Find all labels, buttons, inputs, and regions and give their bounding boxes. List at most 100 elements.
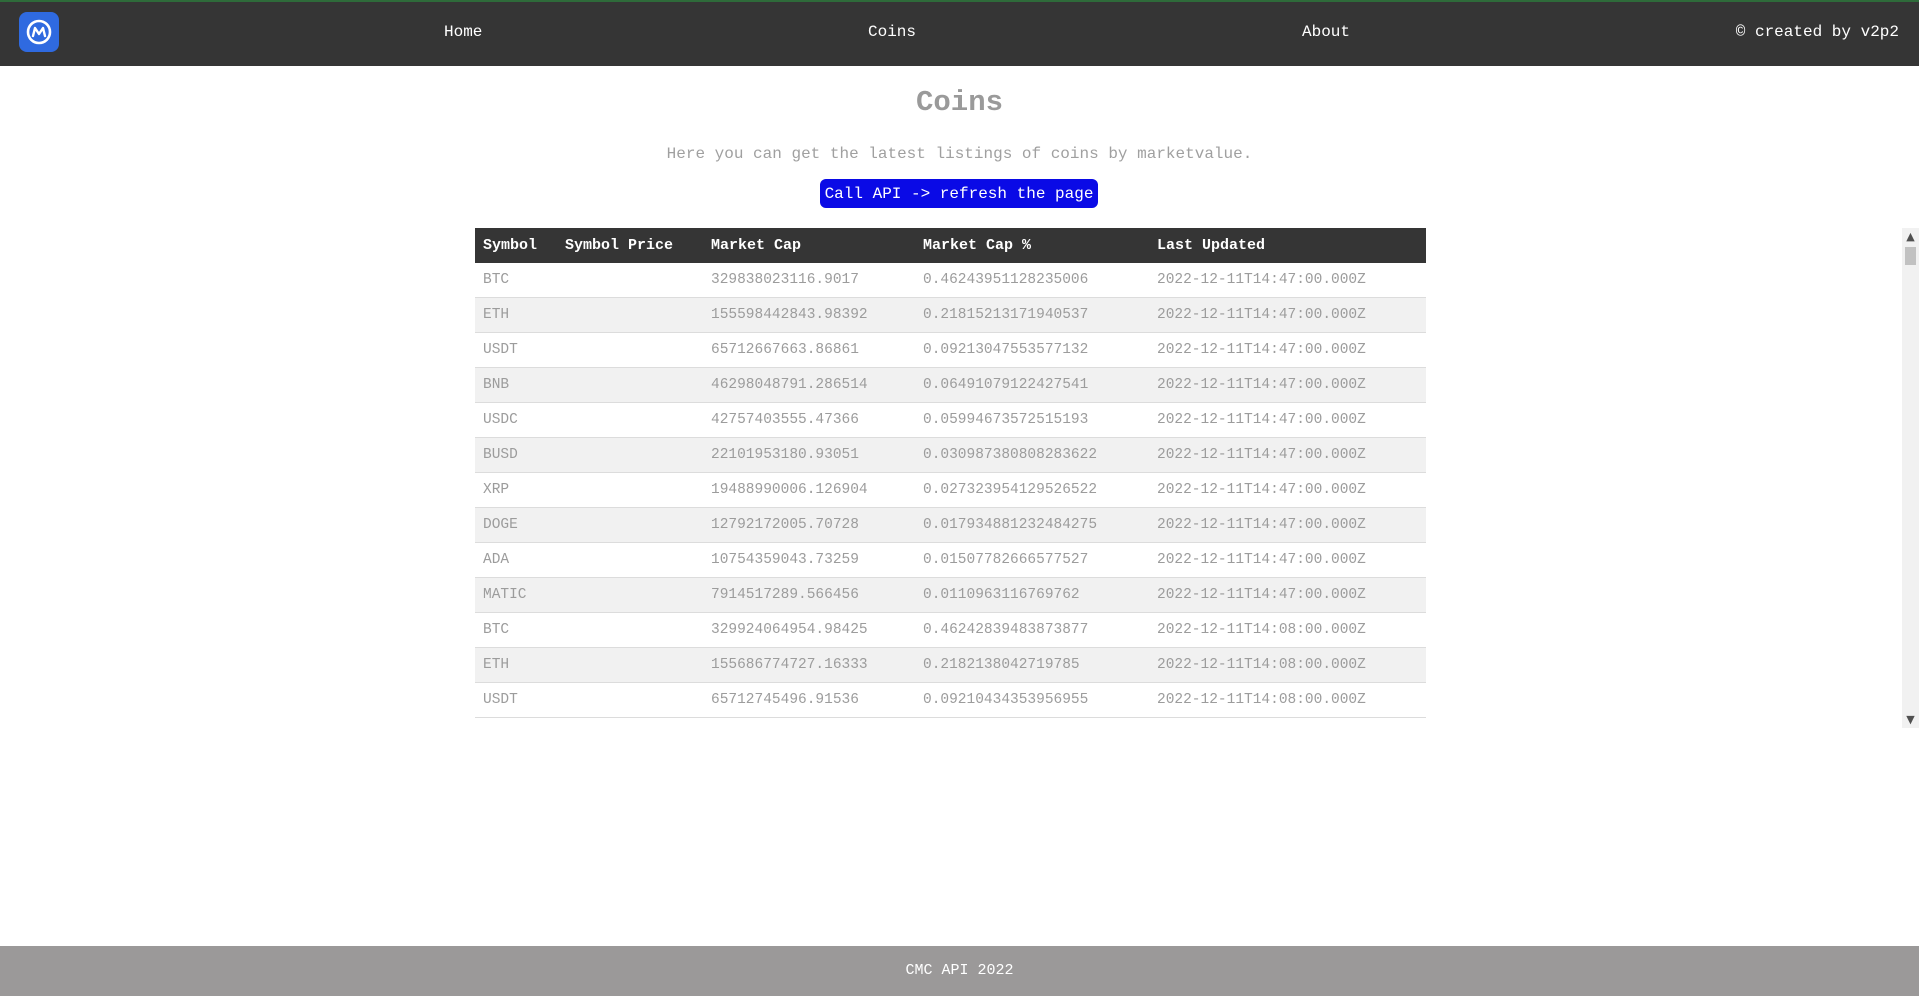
cell-symbol: ADA <box>475 542 557 578</box>
table-row: ADA 10754359043.73259 0.01507782666577527 2… <box>475 542 1426 578</box>
column-header-last-updated[interactable]: Last Updated <box>1149 228 1426 263</box>
cell-market-cap: 329838023116.9017 <box>703 263 915 298</box>
cell-market-cap-pct: 0.05994673572515193 <box>915 402 1149 438</box>
table-body: BTC 329838023116.9017 0.46243951128235006 2… <box>475 263 1426 718</box>
cell-symbol-price <box>557 367 703 403</box>
table-row: USDC 42757403555.47366 0.05994673572515193… <box>475 402 1426 438</box>
cell-market-cap-pct: 0.0110963116769762 <box>915 577 1149 613</box>
cell-symbol: USDT <box>475 332 557 368</box>
cell-market-cap: 19488990006.126904 <box>703 472 915 508</box>
cell-last-updated: 2022-12-11T14:08:00.000Z <box>1149 612 1426 648</box>
table-row: USDT 65712667663.86861 0.09213047553577132… <box>475 332 1426 368</box>
nav-about-link[interactable]: About <box>1302 23 1350 41</box>
scrollbar-thumb[interactable] <box>1905 247 1916 265</box>
cell-symbol-price <box>557 647 703 683</box>
cell-market-cap-pct: 0.2182138042719785 <box>915 647 1149 683</box>
column-header-symbol[interactable]: Symbol <box>475 228 557 263</box>
cell-symbol: ETH <box>475 297 557 333</box>
credit-text: © created by v2p2 <box>1735 23 1899 41</box>
page-subtitle: Here you can get the latest listings of … <box>666 145 1253 163</box>
page-title: Coins <box>915 86 1003 119</box>
table-row: DOGE 12792172005.70728 0.01793488123248427… <box>475 507 1426 543</box>
cell-last-updated: 2022-12-11T14:47:00.000Z <box>1149 472 1426 508</box>
cell-market-cap: 65712667663.86861 <box>703 332 915 368</box>
cell-symbol-price <box>557 612 703 648</box>
table-row: BNB 46298048791.286514 0.06491079122427541… <box>475 367 1426 403</box>
column-header-symbol-price[interactable]: Symbol Price <box>557 228 703 263</box>
cell-market-cap: 22101953180.93051 <box>703 437 915 473</box>
cell-market-cap: 155686774727.16333 <box>703 647 915 683</box>
cell-market-cap-pct: 0.09213047553577132 <box>915 332 1149 368</box>
coinmarketcap-logo-icon[interactable] <box>19 12 59 52</box>
cell-symbol-price <box>557 472 703 508</box>
cell-market-cap: 329924064954.98425 <box>703 612 915 648</box>
cell-market-cap-pct: 0.017934881232484275 <box>915 507 1149 543</box>
cell-symbol: USDT <box>475 682 557 718</box>
cell-market-cap-pct: 0.01507782666577527 <box>915 542 1149 578</box>
cell-symbol-price <box>557 682 703 718</box>
top-navbar: Home Coins About © created by v2p2 <box>0 0 1919 66</box>
table-row: XRP 19488990006.126904 0.02732395412952652… <box>475 472 1426 508</box>
cell-last-updated: 2022-12-11T14:08:00.000Z <box>1149 647 1426 683</box>
cell-market-cap: 7914517289.566456 <box>703 577 915 613</box>
cell-market-cap: 10754359043.73259 <box>703 542 915 578</box>
cell-last-updated: 2022-12-11T14:47:00.000Z <box>1149 507 1426 543</box>
cell-last-updated: 2022-12-11T14:47:00.000Z <box>1149 367 1426 403</box>
cell-market-cap-pct: 0.09210434353956955 <box>915 682 1149 718</box>
coins-table-container[interactable]: Symbol Symbol Price Market Cap Market Ca… <box>475 228 1426 728</box>
cell-last-updated: 2022-12-11T14:47:00.000Z <box>1149 402 1426 438</box>
cell-market-cap: 12792172005.70728 <box>703 507 915 543</box>
table-row: ETH 155598442843.98392 0.21815213171940537… <box>475 297 1426 333</box>
cell-market-cap: 46298048791.286514 <box>703 367 915 403</box>
nav-home-link[interactable]: Home <box>444 23 482 41</box>
cell-symbol: USDC <box>475 402 557 438</box>
cell-symbol: BNB <box>475 367 557 403</box>
cell-symbol-price <box>557 437 703 473</box>
cell-market-cap: 155598442843.98392 <box>703 297 915 333</box>
table-row: BUSD 22101953180.93051 0.03098738080828362… <box>475 437 1426 473</box>
cell-market-cap-pct: 0.46242839483873877 <box>915 612 1149 648</box>
cell-last-updated: 2022-12-11T14:47:00.000Z <box>1149 577 1426 613</box>
cell-market-cap-pct: 0.030987380808283622 <box>915 437 1149 473</box>
table-row: USDT 65712745496.91536 0.09210434353956955… <box>475 682 1426 718</box>
cell-symbol: ETH <box>475 647 557 683</box>
cell-last-updated: 2022-12-11T14:08:00.000Z <box>1149 682 1426 718</box>
cell-last-updated: 2022-12-11T14:47:00.000Z <box>1149 263 1426 298</box>
table-row: ETH 155686774727.16333 0.2182138042719785 2… <box>475 647 1426 683</box>
cell-symbol-price <box>557 332 703 368</box>
nav-coins-link[interactable]: Coins <box>868 23 916 41</box>
table-header-row: Symbol Symbol Price Market Cap Market Ca… <box>475 228 1426 263</box>
cell-last-updated: 2022-12-11T14:47:00.000Z <box>1149 542 1426 578</box>
cell-symbol-price <box>557 263 703 298</box>
cell-symbol: BTC <box>475 612 557 648</box>
cell-symbol-price <box>557 297 703 333</box>
table-row: MATIC 7914517289.566456 0.0110963116769762… <box>475 577 1426 613</box>
footer-text: CMC API 2022 <box>905 962 1014 979</box>
table-row: BTC 329838023116.9017 0.46243951128235006 2… <box>475 263 1426 298</box>
cell-market-cap: 65712745496.91536 <box>703 682 915 718</box>
table-row: BTC 329924064954.98425 0.46242839483873877… <box>475 612 1426 648</box>
cell-symbol: BTC <box>475 263 557 298</box>
cell-symbol-price <box>557 507 703 543</box>
cell-market-cap-pct: 0.21815213171940537 <box>915 297 1149 333</box>
cell-symbol-price <box>557 402 703 438</box>
column-header-market-cap[interactable]: Market Cap <box>703 228 915 263</box>
cell-last-updated: 2022-12-11T14:47:00.000Z <box>1149 332 1426 368</box>
cell-market-cap-pct: 0.06491079122427541 <box>915 367 1149 403</box>
cell-symbol-price <box>557 542 703 578</box>
cell-symbol-price <box>557 577 703 613</box>
scroll-down-arrow-icon[interactable]: ▼ <box>1902 711 1919 728</box>
coins-table: Symbol Symbol Price Market Cap Market Ca… <box>475 228 1426 718</box>
cell-symbol: BUSD <box>475 437 557 473</box>
cell-market-cap: 42757403555.47366 <box>703 402 915 438</box>
scroll-up-arrow-icon[interactable]: ▲ <box>1902 228 1919 245</box>
cell-symbol: XRP <box>475 472 557 508</box>
footer: CMC API 2022 <box>0 946 1919 996</box>
cell-market-cap-pct: 0.027323954129526522 <box>915 472 1149 508</box>
cell-market-cap-pct: 0.46243951128235006 <box>915 263 1149 298</box>
cell-symbol: MATIC <box>475 577 557 613</box>
page-scrollbar[interactable]: ▲ ▼ <box>1902 228 1919 728</box>
cell-last-updated: 2022-12-11T14:47:00.000Z <box>1149 297 1426 333</box>
call-api-button[interactable]: Call API -> refresh the page <box>820 179 1098 208</box>
column-header-market-cap-pct[interactable]: Market Cap % <box>915 228 1149 263</box>
